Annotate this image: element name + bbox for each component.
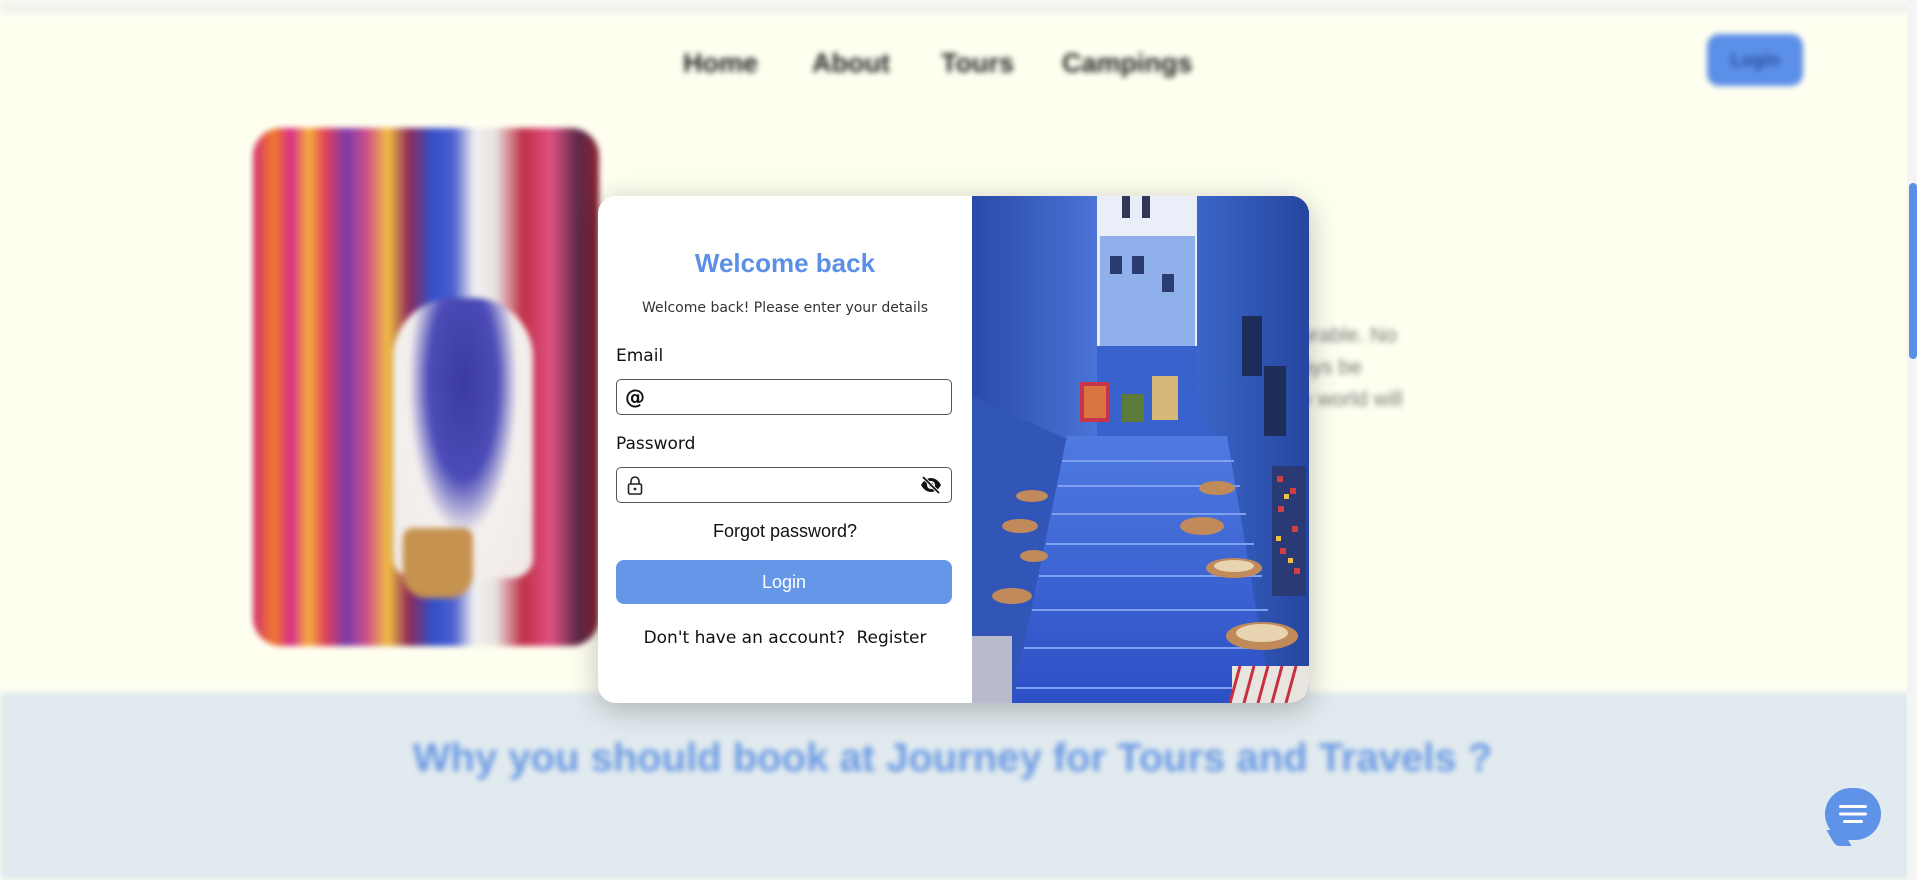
eye-off-icon[interactable] [917,476,945,494]
register-link[interactable]: Register [856,628,926,648]
at-icon: @ [625,385,645,409]
modal-title: Welcome back [694,248,876,278]
main-nav: Home About Tours Campings [0,40,1917,84]
chat-button[interactable] [1825,788,1881,840]
login-form: Welcome back Welcome back! Please enter … [598,196,972,703]
street-photo [972,196,1309,703]
password-input[interactable] [649,470,917,500]
password-label: Password [616,434,696,454]
email-input[interactable] [649,382,951,412]
forgot-password-link[interactable]: Forgot password? [598,521,972,542]
features-band [0,692,1917,880]
hero-text-line: orable. No [1300,324,1397,347]
hero-bag [403,528,473,598]
modal-subtitle: Welcome back! Please enter your details [641,300,929,316]
login-button[interactable]: Login [616,560,952,604]
hero-text-line: e world will [1300,388,1403,411]
password-field[interactable] [616,467,952,503]
section-title: Why you should book at Journey for Tours… [412,736,1493,780]
street-photo-art [972,196,1309,703]
scrollbar-thumb[interactable] [1909,183,1917,359]
scrollbar-track[interactable] [1907,0,1917,880]
email-label: Email [616,346,664,366]
nav-about[interactable]: About [812,48,890,79]
nav-login-button[interactable]: Login [1707,34,1803,86]
hero-text: orable. No ays be e world will [1300,320,1470,416]
nav-tours[interactable]: Tours [941,48,1014,79]
login-modal: Welcome back Welcome back! Please enter … [598,196,1309,703]
lock-icon [621,475,649,495]
chat-icon [1839,805,1867,823]
top-strip [0,0,1917,14]
no-account-text: Don't have an account? [643,628,846,648]
nav-campings[interactable]: Campings [1062,48,1193,79]
nav-home[interactable]: Home [683,48,758,79]
register-line: Don't have an account? Register [598,628,972,648]
hero-text-line: ays be [1300,356,1362,379]
email-field[interactable]: @ [616,379,952,415]
hero-image [253,128,599,646]
